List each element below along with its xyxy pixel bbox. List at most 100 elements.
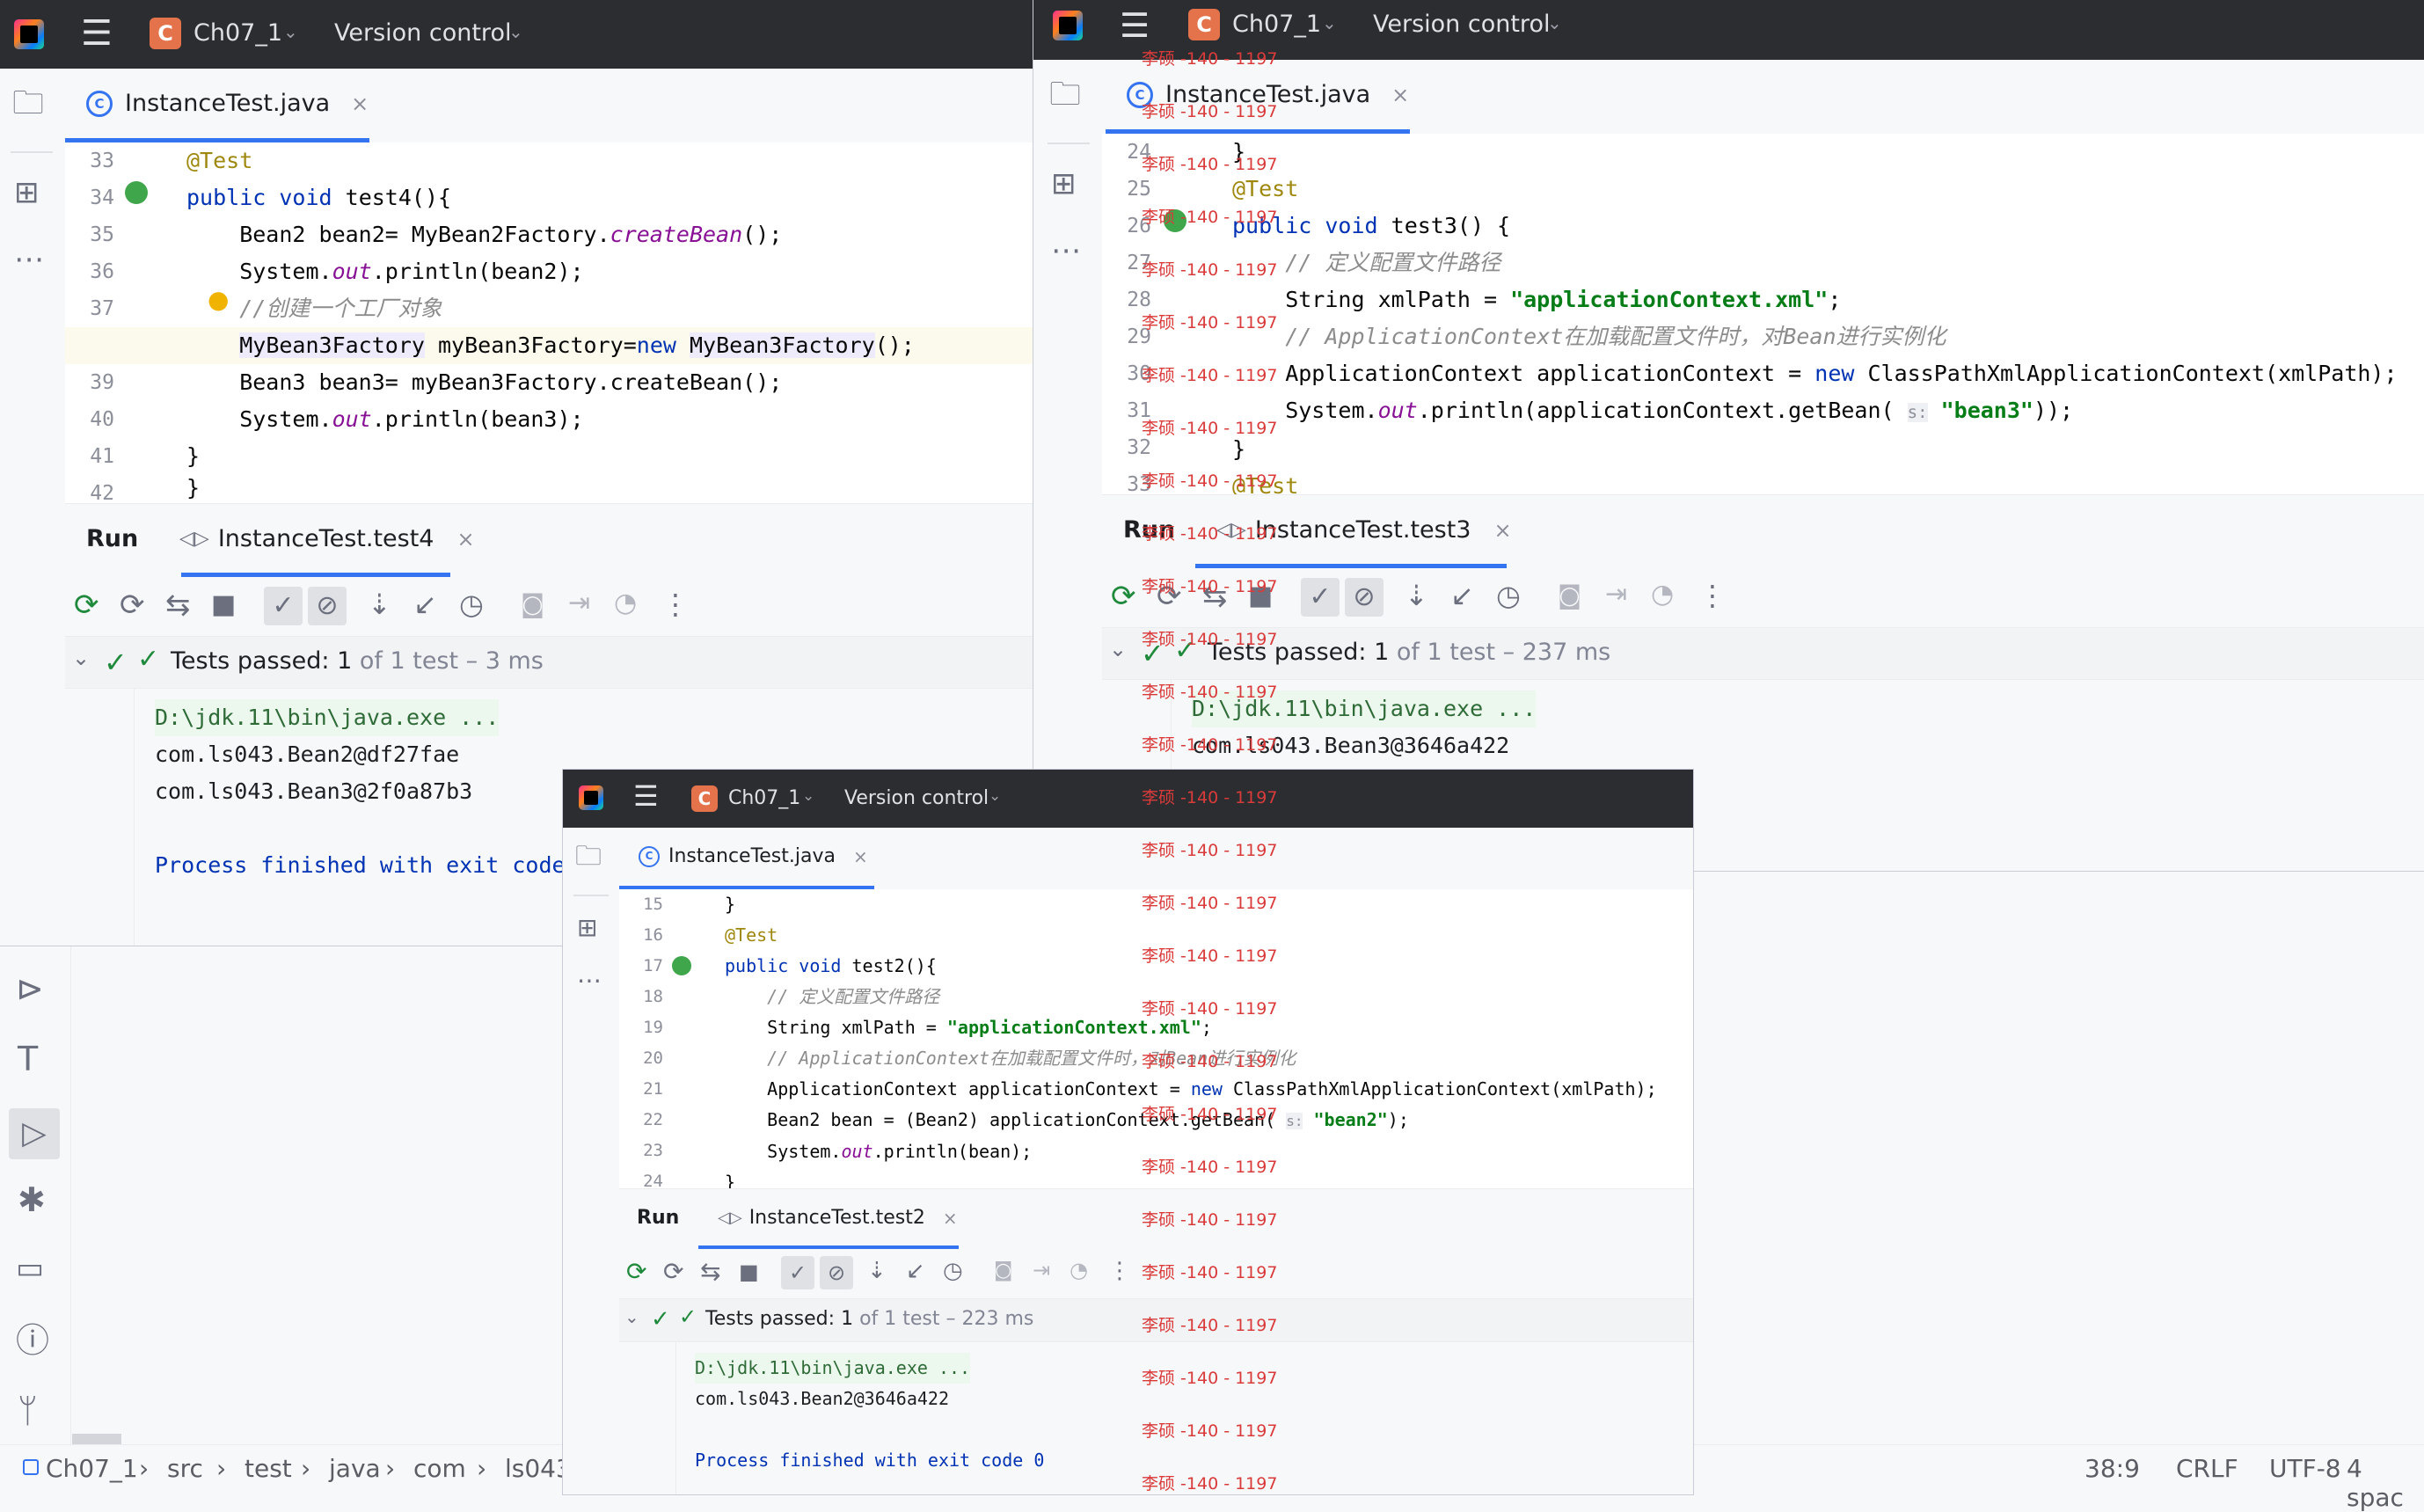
tab-run-config[interactable]: ◁▷ InstanceTest.test4 × — [179, 525, 475, 552]
line-separator[interactable]: CRLF — [2176, 1454, 2238, 1483]
breadcrumb-src[interactable]: src — [167, 1454, 203, 1483]
breadcrumb-com[interactable]: com — [413, 1454, 466, 1483]
code-editor[interactable]: 33343536373839404142 ● @Test public void… — [65, 142, 1033, 503]
import-icon[interactable]: ⇥ — [568, 590, 590, 617]
camera-icon[interactable]: ◙ — [994, 1261, 1012, 1281]
run-test-gutter-icon[interactable] — [1164, 209, 1186, 232]
chevron-down-icon[interactable]: ⌄ — [1109, 637, 1127, 661]
structure-icon[interactable]: ⊞ — [577, 916, 597, 940]
console-output[interactable]: D:\jdk.11\bin\java.exe ... com.ls043.Bea… — [1192, 690, 1537, 764]
structure-icon[interactable]: ⊞ — [14, 178, 40, 208]
console-output[interactable]: D:\jdk.11\bin\java.exe ... com.ls043.Bea… — [155, 699, 592, 884]
breadcrumb-project[interactable]: Ch07_1 — [46, 1454, 138, 1483]
tab-run-config[interactable]: ◁▷ InstanceTest.test3 × — [1216, 516, 1512, 544]
folder-icon[interactable]: 🗀 — [1049, 79, 1081, 111]
rerun-icon[interactable]: ⟳ — [1111, 581, 1136, 611]
close-icon[interactable]: × — [456, 527, 474, 551]
history-icon[interactable]: ◷ — [459, 590, 484, 618]
more-icon[interactable]: ⋯ — [14, 245, 44, 274]
tab-instancetest-java[interactable]: C InstanceTest.java × — [86, 90, 369, 117]
coverage-icon[interactable]: ◔ — [1651, 581, 1674, 608]
collapse-icon[interactable]: ↙ — [413, 590, 437, 618]
stop-icon[interactable]: ■ — [211, 592, 236, 618]
terminal-icon[interactable]: ▭ — [16, 1253, 44, 1283]
coverage-icon[interactable]: ◔ — [1070, 1260, 1088, 1281]
sort-icon[interactable]: ⇣ — [1405, 581, 1428, 610]
code-editor[interactable]: 24 25 26 27 28 29 30 31 32 33 } @Test public void… — [1102, 134, 2424, 494]
stop-icon[interactable]: ■ — [739, 1261, 759, 1282]
run-icon[interactable]: ▷ — [9, 1108, 60, 1159]
project-name[interactable]: Ch07_1 — [193, 19, 282, 47]
project-name[interactable]: Ch07_1 — [728, 787, 800, 809]
rerun-icon[interactable]: ⟳ — [74, 590, 99, 620]
close-icon[interactable]: × — [853, 846, 868, 867]
camera-icon[interactable]: ◙ — [521, 592, 544, 617]
more-options-icon[interactable]: ⋮ — [661, 590, 690, 618]
camera-icon[interactable]: ◙ — [1558, 583, 1581, 608]
code-editor[interactable]: 15 16 17 18 19 20 21 22 23 24 } @Test public void… — [619, 889, 1693, 1188]
vcs-menu[interactable]: Version control — [844, 787, 989, 809]
toggle-auto-test-icon[interactable]: ⇆ — [700, 1260, 720, 1284]
breadcrumb-ls043[interactable]: ls043 — [505, 1454, 572, 1483]
structure-icon[interactable]: ⊞ — [1051, 169, 1077, 199]
show-ignored-icon[interactable]: ⊘ — [1345, 578, 1384, 617]
rerun-failed-icon[interactable]: ⟳ — [120, 590, 145, 620]
rerun-icon[interactable]: ⟳ — [626, 1260, 646, 1284]
tab-run-config[interactable]: ◁▷ InstanceTest.test2 × — [718, 1207, 958, 1229]
main-menu-icon[interactable]: ☰ — [633, 782, 659, 810]
run-test-gutter-icon[interactable] — [672, 956, 691, 975]
collapse-icon[interactable]: ↙ — [1450, 581, 1474, 610]
more-options-icon[interactable]: ⋮ — [1108, 1260, 1131, 1282]
show-passed-icon[interactable]: ✓ — [264, 587, 303, 625]
show-passed-icon[interactable]: ✓ — [781, 1256, 814, 1289]
services-icon[interactable]: ⊳ — [16, 972, 44, 1005]
build-icon[interactable]: T — [18, 1042, 38, 1076]
sort-icon[interactable]: ⇣ — [867, 1260, 887, 1282]
show-passed-icon[interactable]: ✓ — [1301, 578, 1340, 617]
history-icon[interactable]: ◷ — [943, 1260, 963, 1282]
rerun-failed-icon[interactable]: ⟳ — [663, 1260, 683, 1284]
chevron-down-icon[interactable]: ⌄ — [72, 646, 90, 670]
close-icon[interactable]: × — [1493, 518, 1511, 543]
caret-position[interactable]: 38:9 — [2084, 1454, 2140, 1483]
toggle-auto-test-icon[interactable]: ⇆ — [165, 590, 191, 620]
collapse-icon[interactable]: ↙ — [906, 1260, 925, 1282]
close-icon[interactable]: × — [351, 91, 369, 116]
import-icon[interactable]: ⇥ — [1605, 581, 1627, 608]
main-menu-icon[interactable]: ☰ — [81, 16, 113, 51]
git-icon[interactable]: ᛘ — [18, 1394, 38, 1428]
chevron-down-icon[interactable]: ⌄ — [624, 1306, 639, 1327]
file-encoding[interactable]: UTF-8 — [2269, 1454, 2341, 1483]
more-icon[interactable]: ⋯ — [1051, 236, 1081, 266]
run-test-gutter-icon[interactable] — [125, 181, 148, 204]
project-name[interactable]: Ch07_1 — [1232, 11, 1321, 38]
run-label: Run — [86, 525, 139, 552]
console-output[interactable]: D:\jdk.11\bin\java.exe ... com.ls043.Bea… — [695, 1353, 1044, 1476]
history-icon[interactable]: ◷ — [1496, 581, 1521, 610]
more-icon[interactable]: ⋯ — [577, 968, 602, 993]
sort-icon[interactable]: ⇣ — [368, 590, 391, 618]
toggle-auto-test-icon[interactable]: ⇆ — [1202, 581, 1228, 611]
more-options-icon[interactable]: ⋮ — [1698, 581, 1727, 610]
show-ignored-icon[interactable]: ⊘ — [820, 1256, 853, 1289]
editor-tabs: C InstanceTest.java × — [65, 69, 1033, 143]
show-ignored-icon[interactable]: ⊘ — [308, 587, 347, 625]
main-menu-icon[interactable]: ☰ — [1120, 9, 1150, 42]
rerun-failed-icon[interactable]: ⟳ — [1157, 581, 1182, 611]
folder-icon[interactable]: 🗀 — [12, 88, 44, 120]
problems-icon[interactable]: ⓘ — [16, 1324, 49, 1357]
breadcrumb-test[interactable]: test — [245, 1454, 292, 1483]
tab-instancetest-java[interactable]: C InstanceTest.java × — [639, 845, 868, 867]
tab-instancetest-java[interactable]: C InstanceTest.java × — [1127, 81, 1409, 108]
close-icon[interactable]: × — [943, 1208, 958, 1229]
coverage-icon[interactable]: ◔ — [614, 590, 637, 617]
close-icon[interactable]: × — [1391, 83, 1409, 107]
indent-setting[interactable]: 4 spac — [2347, 1454, 2424, 1512]
stop-icon[interactable]: ■ — [1248, 583, 1273, 610]
breadcrumb-java[interactable]: java — [329, 1454, 381, 1483]
import-icon[interactable]: ⇥ — [1033, 1260, 1050, 1281]
debug-icon[interactable]: ✱ — [18, 1183, 46, 1216]
vcs-menu[interactable]: Version control — [334, 19, 511, 47]
vcs-menu[interactable]: Version control — [1373, 11, 1550, 38]
folder-icon[interactable]: 🗀 — [575, 844, 602, 870]
